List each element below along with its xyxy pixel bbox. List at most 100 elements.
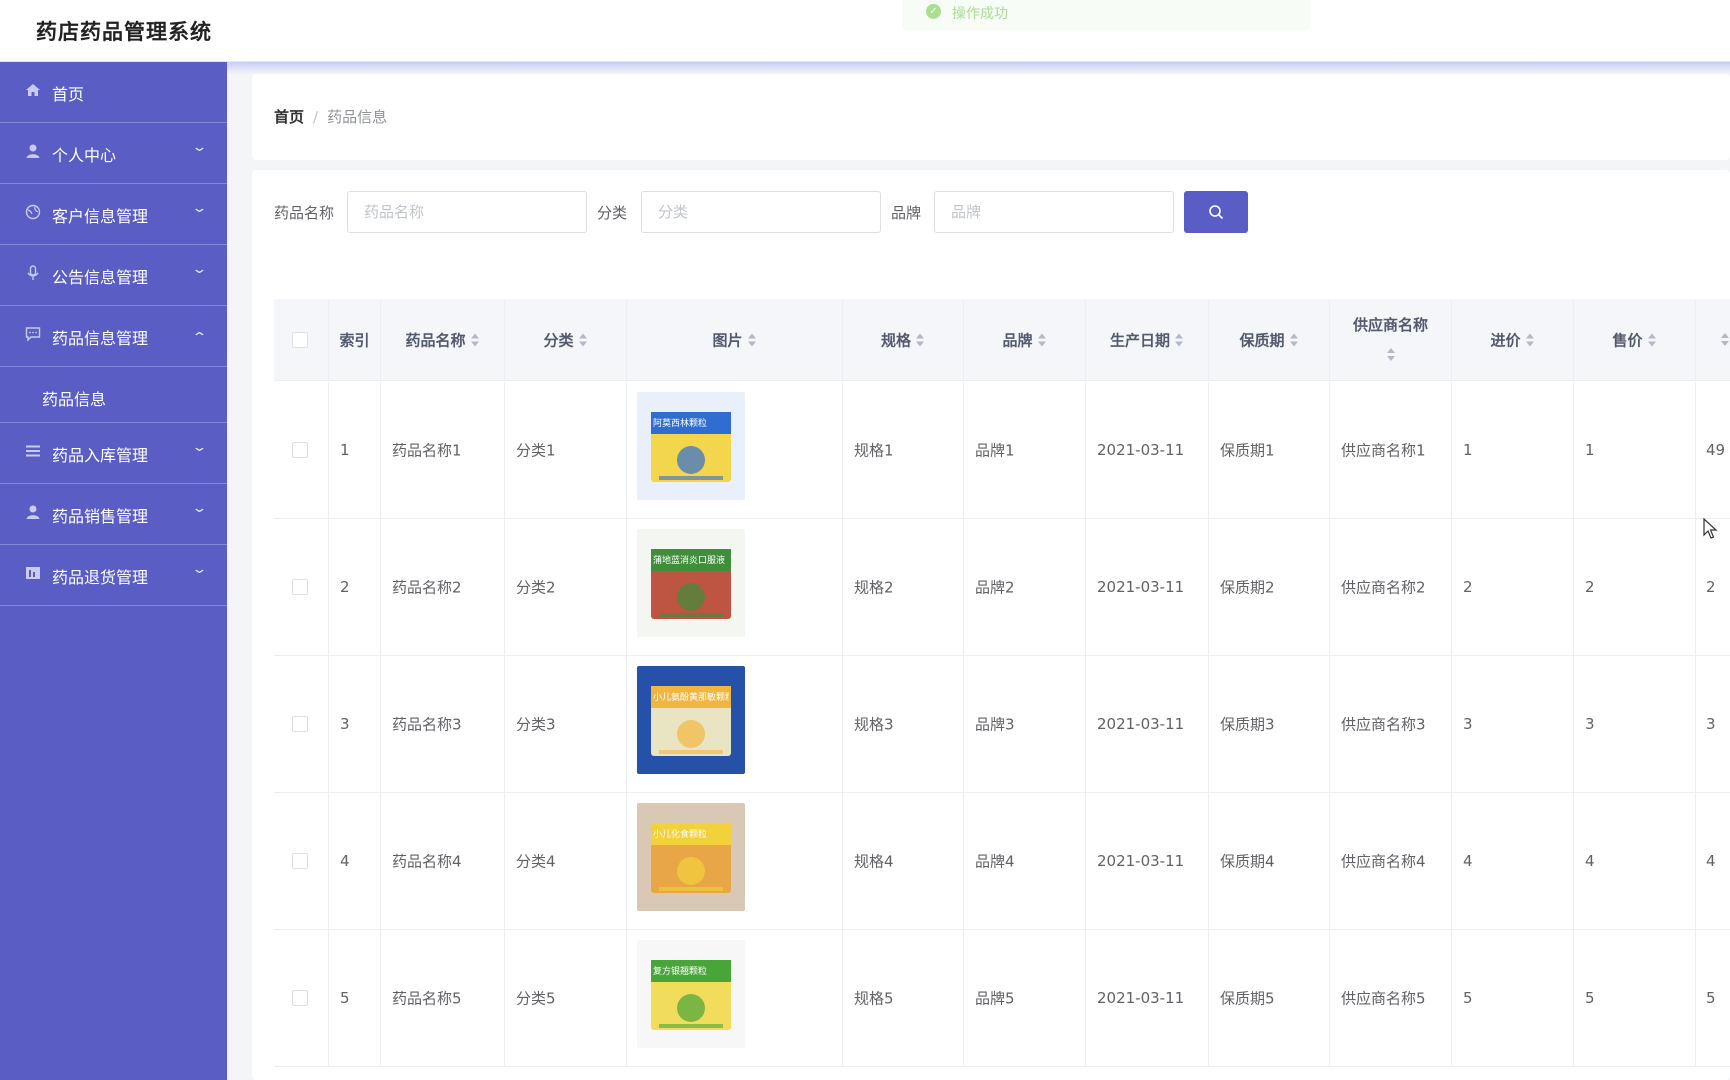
sort-icon[interactable] <box>1037 333 1047 348</box>
row-select-cell <box>274 519 329 655</box>
sort-icon[interactable] <box>1386 348 1396 362</box>
header-label-wrap: 售价 <box>1574 329 1695 350</box>
chevron-down-icon: ⌄ <box>191 440 208 455</box>
sort-icon[interactable] <box>1647 333 1657 348</box>
sort-icon[interactable] <box>1289 333 1299 348</box>
cell-text: 3 <box>1706 715 1716 733</box>
sort-icon[interactable] <box>1525 333 1535 348</box>
row-checkbox[interactable] <box>292 716 308 732</box>
header-cost[interactable]: 进价 <box>1452 299 1574 380</box>
cell-text: 5 <box>340 989 350 1007</box>
drug-image[interactable]: 蒲地蓝消炎口服液 <box>637 529 745 637</box>
cell-text: 2 <box>1706 578 1716 596</box>
header-drug-name[interactable]: 药品名称 <box>381 299 505 380</box>
breadcrumb-current: 药品信息 <box>327 108 388 126</box>
sort-icon[interactable] <box>1174 333 1184 348</box>
top-header: 药店药品管理系统 ✓ 操作成功 <box>0 0 1730 62</box>
cell-name: 药品名称1 <box>381 382 505 518</box>
cell-text: 3 <box>1463 715 1473 733</box>
cell-date: 2021-03-11 <box>1086 519 1209 655</box>
cell-category: 分类4 <box>505 793 627 929</box>
sidebar-item-label: 药品退货管理 <box>52 568 149 587</box>
row-checkbox[interactable] <box>292 579 308 595</box>
cell-shelf: 保质期2 <box>1209 519 1330 655</box>
sidebar-item-stock-in[interactable]: 药品入库管理 ⌄ <box>0 423 227 484</box>
cell-brand: 品牌3 <box>964 656 1086 792</box>
header-label-wrap: 保质期 <box>1209 329 1329 350</box>
cell-text: 品牌1 <box>975 441 1015 460</box>
drug-image-label: 蒲地蓝消炎口服液 <box>653 556 726 566</box>
sidebar-item-customer[interactable]: 客户信息管理 ⌄ <box>0 184 227 245</box>
chevron-down-icon: ⌄ <box>191 140 208 155</box>
toast-message: 操作成功 <box>952 6 1008 22</box>
table-row: 1 药品名称1 分类1 阿莫西林颗粒 规格1 品牌1 2021-03-11 保质期1 供应商名称… <box>274 382 1730 519</box>
cell-text: 1 <box>1585 441 1595 459</box>
sidebar-item-announcement[interactable]: 公告信息管理 ⌄ <box>0 245 227 306</box>
sidebar-item-personal-center[interactable]: 个人中心 ⌄ <box>0 123 227 184</box>
header-label: 生产日期 <box>1109 331 1170 349</box>
header-image[interactable]: 图片 <box>627 299 843 380</box>
cell-shelf: 保质期4 <box>1209 793 1330 929</box>
row-checkbox[interactable] <box>292 442 308 458</box>
chat-icon <box>24 326 42 344</box>
breadcrumb-card: 首页 / 药品信息 <box>252 74 1730 160</box>
header-spec[interactable]: 规格 <box>843 299 964 380</box>
cell-text: 药品名称1 <box>392 441 462 460</box>
cell-spec: 规格1 <box>843 382 964 518</box>
table-row: 5 药品名称5 分类5 复方银翘颗粒 规格5 品牌5 2021-03-11 保质期5 供应商名称… <box>274 930 1730 1067</box>
app-title: 药店药品管理系统 <box>36 20 212 44</box>
header-label-wrap: 供应商名称 <box>1330 310 1451 370</box>
header-shelf-life[interactable]: 保质期 <box>1209 299 1330 380</box>
cell-cost: 3 <box>1452 656 1574 792</box>
content-card: 药品名称 分类 品牌 索引 药品名称 分类 图片 规格 品牌 生产日期 保质期 … <box>252 170 1730 1080</box>
cell-index: 3 <box>329 656 381 792</box>
header-category[interactable]: 分类 <box>505 299 627 380</box>
drug-image[interactable]: 小儿化食颗粒 <box>637 803 745 911</box>
header-price[interactable]: 售价 <box>1574 299 1696 380</box>
sidebar-item-label: 药品入库管理 <box>52 446 149 465</box>
submenu-item-drug-info[interactable]: 药品信息 <box>0 367 227 423</box>
header-select-cell <box>274 299 329 380</box>
header-supplier[interactable]: 供应商名称 <box>1330 299 1452 380</box>
cell-date: 2021-03-11 <box>1086 382 1209 518</box>
select-all-checkbox[interactable] <box>292 331 308 348</box>
brand-input[interactable] <box>934 191 1174 233</box>
sort-icon[interactable] <box>470 333 480 348</box>
search-button[interactable] <box>1184 191 1248 233</box>
cell-spec: 规格5 <box>843 930 964 1066</box>
success-toast: ✓ 操作成功 <box>903 0 1310 30</box>
header-label: 售价 <box>1612 331 1643 349</box>
row-checkbox[interactable] <box>292 853 308 869</box>
drug-image[interactable]: 复方银翘颗粒 <box>637 940 745 1048</box>
drug-image[interactable]: 阿莫西林颗粒 <box>637 392 745 500</box>
category-input[interactable] <box>641 191 881 233</box>
chevron-down-icon: ⌄ <box>191 501 208 516</box>
user-icon <box>24 143 42 161</box>
drug-name-input[interactable] <box>347 191 587 233</box>
header-production-date[interactable]: 生产日期 <box>1086 299 1209 380</box>
cell-text: 分类5 <box>516 989 556 1008</box>
row-select-cell <box>274 930 329 1066</box>
cell-text: 规格1 <box>854 441 894 460</box>
header-brand[interactable]: 品牌 <box>964 299 1086 380</box>
header-label-wrap: 生产日期 <box>1086 329 1208 350</box>
cell-text: 保质期5 <box>1220 989 1275 1008</box>
sort-icon[interactable] <box>578 333 588 348</box>
sort-icon[interactable] <box>747 333 757 348</box>
submenu-item-label: 药品信息 <box>42 390 107 409</box>
cell-spec: 规格3 <box>843 656 964 792</box>
sort-icon[interactable] <box>915 333 925 348</box>
sidebar-item-returns[interactable]: 药品退货管理 ⌄ <box>0 545 227 606</box>
cell-text: 2 <box>1463 578 1473 596</box>
sidebar-item-drug-info[interactable]: 药品信息管理 ⌄ <box>0 306 227 367</box>
drug-image[interactable]: 小儿氨酚黄那敏颗粒 <box>637 666 745 774</box>
drug-image-label: 复方银翘颗粒 <box>653 967 708 977</box>
cell-price: 4 <box>1574 793 1696 929</box>
drug-image-cell: 小儿化食颗粒 <box>627 793 843 929</box>
row-checkbox[interactable] <box>292 990 308 1006</box>
sidebar-item-sales[interactable]: 药品销售管理 ⌄ <box>0 484 227 545</box>
cell-text: 分类4 <box>516 852 556 871</box>
cell-cost: 1 <box>1452 382 1574 518</box>
breadcrumb-home[interactable]: 首页 <box>274 108 304 126</box>
sidebar-item-home[interactable]: 首页 <box>0 62 227 123</box>
